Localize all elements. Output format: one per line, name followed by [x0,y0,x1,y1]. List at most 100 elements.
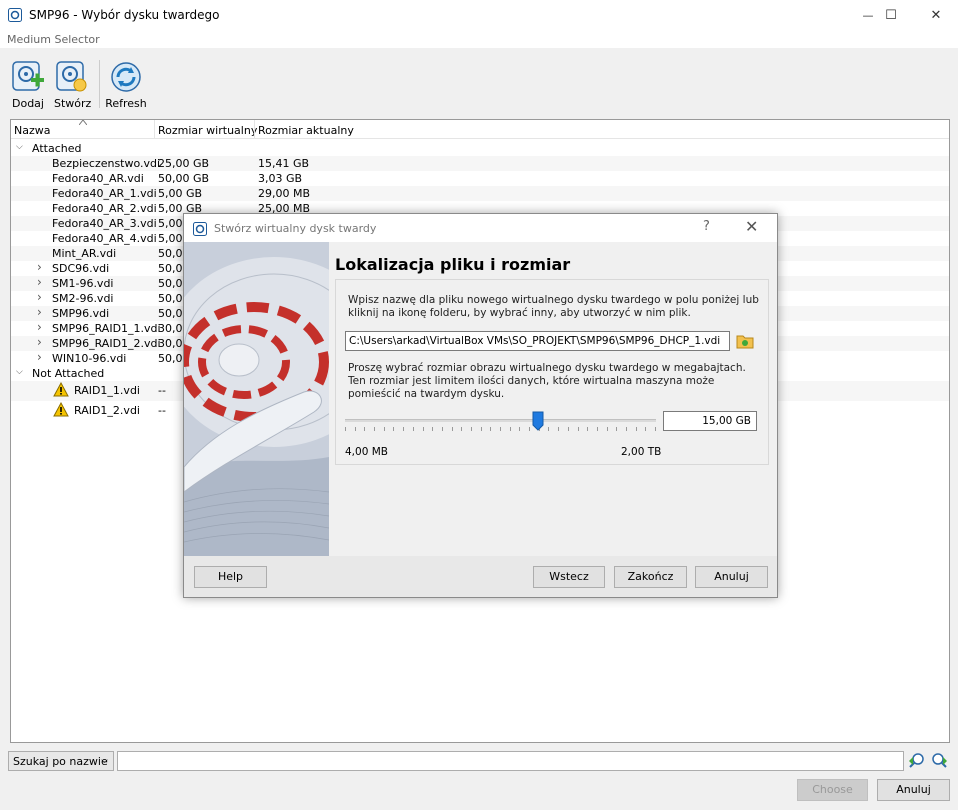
slider-tick [355,427,356,431]
row-virtual-size: 25,00 GB [158,157,210,170]
toolbar: Dodaj Stwórz Refresh [0,48,958,118]
slider-tick [384,427,385,431]
window-title: SMP96 - Wybór dysku twardego [29,8,220,22]
row-name: Fedora40_AR_4.vdi [52,232,157,245]
page-title: Lokalizacja pliku i rozmiar [335,255,571,274]
table-row[interactable]: Fedora40_AR_1.vdi 5,00 GB 29,00 MB [11,186,949,201]
slider-tick [626,427,627,431]
wizard-illustration [184,242,329,556]
wizard-page: Lokalizacja pliku i rozmiar Wpisz nazwę … [329,242,777,556]
finish-button[interactable]: Zakończ [614,566,687,588]
slider-tick [393,427,394,431]
column-separator [154,120,155,139]
location-size-group: Wpisz nazwę dla pliku nowego wirtualnego… [335,279,769,465]
slider-tick [423,427,424,431]
menu-label: Medium Selector [7,33,100,46]
column-header-name[interactable]: Nazwa [14,124,50,137]
slider-tick [578,427,579,431]
add-button[interactable]: Dodaj [11,60,45,110]
slider-tick [558,427,559,431]
row-name: SDC96.vdi [52,262,110,275]
file-path-input[interactable]: C:\Users\arkad\VirtualBox VMs\SO_PROJEKT… [345,331,730,351]
slider-tick [519,427,520,431]
row-actual-size: 15,41 GB [258,157,310,170]
dialog-title-bar: Stwórz wirtualny dysk twardy ? ✕ [184,214,777,242]
title-bar: SMP96 - Wybór dysku twardego — ☐ ✕ [0,0,958,30]
refresh-button[interactable]: Refresh [105,60,147,110]
slider-tick [452,427,453,431]
warning-icon [53,402,69,417]
row-virtual-size: 5,00 GB [158,187,203,200]
column-header-actual[interactable]: Rozmiar aktualny [258,124,354,137]
dialog-cancel-button[interactable]: Anuluj [695,566,768,588]
slider-tick [442,427,443,431]
virtualbox-disk-icon [8,8,22,22]
column-header-virtual[interactable]: Rozmiar wirtualny [158,124,257,137]
search-next-icon[interactable] [930,752,948,770]
tree-group-label: Attached [32,142,82,155]
help-icon[interactable]: ? [703,219,710,234]
row-name: SMP96_RAID1_1.vdi [52,322,161,335]
chevron-right-icon[interactable]: › [37,350,42,364]
tree-group-row[interactable]: ⌵ Attached [11,141,949,156]
folder-icon[interactable] [736,332,754,350]
table-row[interactable]: Fedora40_AR.vdi 50,00 GB 3,03 GB [11,171,949,186]
create-button[interactable]: Stwórz [54,60,91,110]
row-name: Fedora40_AR_1.vdi [52,187,157,200]
toolbar-separator [99,60,100,108]
dialog-close-icon[interactable]: ✕ [745,217,758,236]
refresh-label: Refresh [105,97,147,110]
row-name: SMP96_RAID1_2.vdi [52,337,161,350]
table-row[interactable]: Bezpieczenstwo.vdi 25,00 GB 15,41 GB [11,156,949,171]
chevron-right-icon[interactable]: › [37,260,42,274]
size-slider-track[interactable] [345,419,656,422]
slider-tick [529,427,530,431]
slider-tick [568,427,569,431]
size-slider-thumb[interactable] [532,411,544,431]
search-mode-label: Szukaj po nazwie [13,755,108,768]
row-virtual-size: 5,00 [158,232,183,245]
slider-tick [636,427,637,431]
search-mode-select[interactable]: Szukaj po nazwie ⌵ [8,751,114,771]
chevron-right-icon[interactable]: › [37,320,42,334]
row-name: RAID1_2.vdi [74,404,140,417]
size-input[interactable]: 15,00 GB [663,411,757,431]
tree-group-label: Not Attached [32,367,105,380]
slider-tick [481,427,482,431]
row-virtual-size: 50,00 GB [158,172,210,185]
chevron-right-icon[interactable]: › [37,275,42,289]
size-min-label: 4,00 MB [345,446,388,458]
slider-tick [645,427,646,431]
add-disk-icon [12,61,44,91]
choose-button[interactable]: Choose [797,779,868,801]
row-name: SM2-96.vdi [52,292,114,305]
size-description: Proszę wybrać rozmiar obrazu wirtualnego… [348,362,746,400]
create-disk-dialog: Stwórz wirtualny dysk twardy ? ✕ Lokaliz… [183,213,778,598]
back-button[interactable]: Wstecz [533,566,605,588]
chevron-down-icon[interactable]: ⌵ [16,142,23,152]
row-actual-size: 29,00 MB [258,187,311,200]
chevron-right-icon[interactable]: › [37,290,42,304]
slider-tick [616,427,617,431]
slider-tick [432,427,433,431]
column-separator [254,120,255,139]
help-button[interactable]: Help [194,566,267,588]
size-max-label: 2,00 TB [621,446,662,458]
cancel-button[interactable]: Anuluj [877,779,950,801]
row-name: Fedora40_AR_2.vdi [52,202,157,215]
slider-tick [587,427,588,431]
row-name: SMP96.vdi [52,307,110,320]
chevron-right-icon[interactable]: › [37,305,42,319]
search-previous-icon[interactable] [908,752,926,770]
search-bar: Szukaj po nazwie ⌵ [0,748,958,774]
row-virtual-size: -- [158,384,166,397]
close-button[interactable]: ✕ [913,0,958,30]
chevron-right-icon[interactable]: › [37,335,42,349]
chevron-down-icon[interactable]: ⌵ [16,367,23,377]
maximize-button[interactable]: ☐ [868,0,914,30]
create-disk-icon [56,61,87,92]
add-label: Dodaj [12,97,44,110]
search-input[interactable] [117,751,904,771]
slider-tick [655,427,656,431]
slider-tick [413,427,414,431]
